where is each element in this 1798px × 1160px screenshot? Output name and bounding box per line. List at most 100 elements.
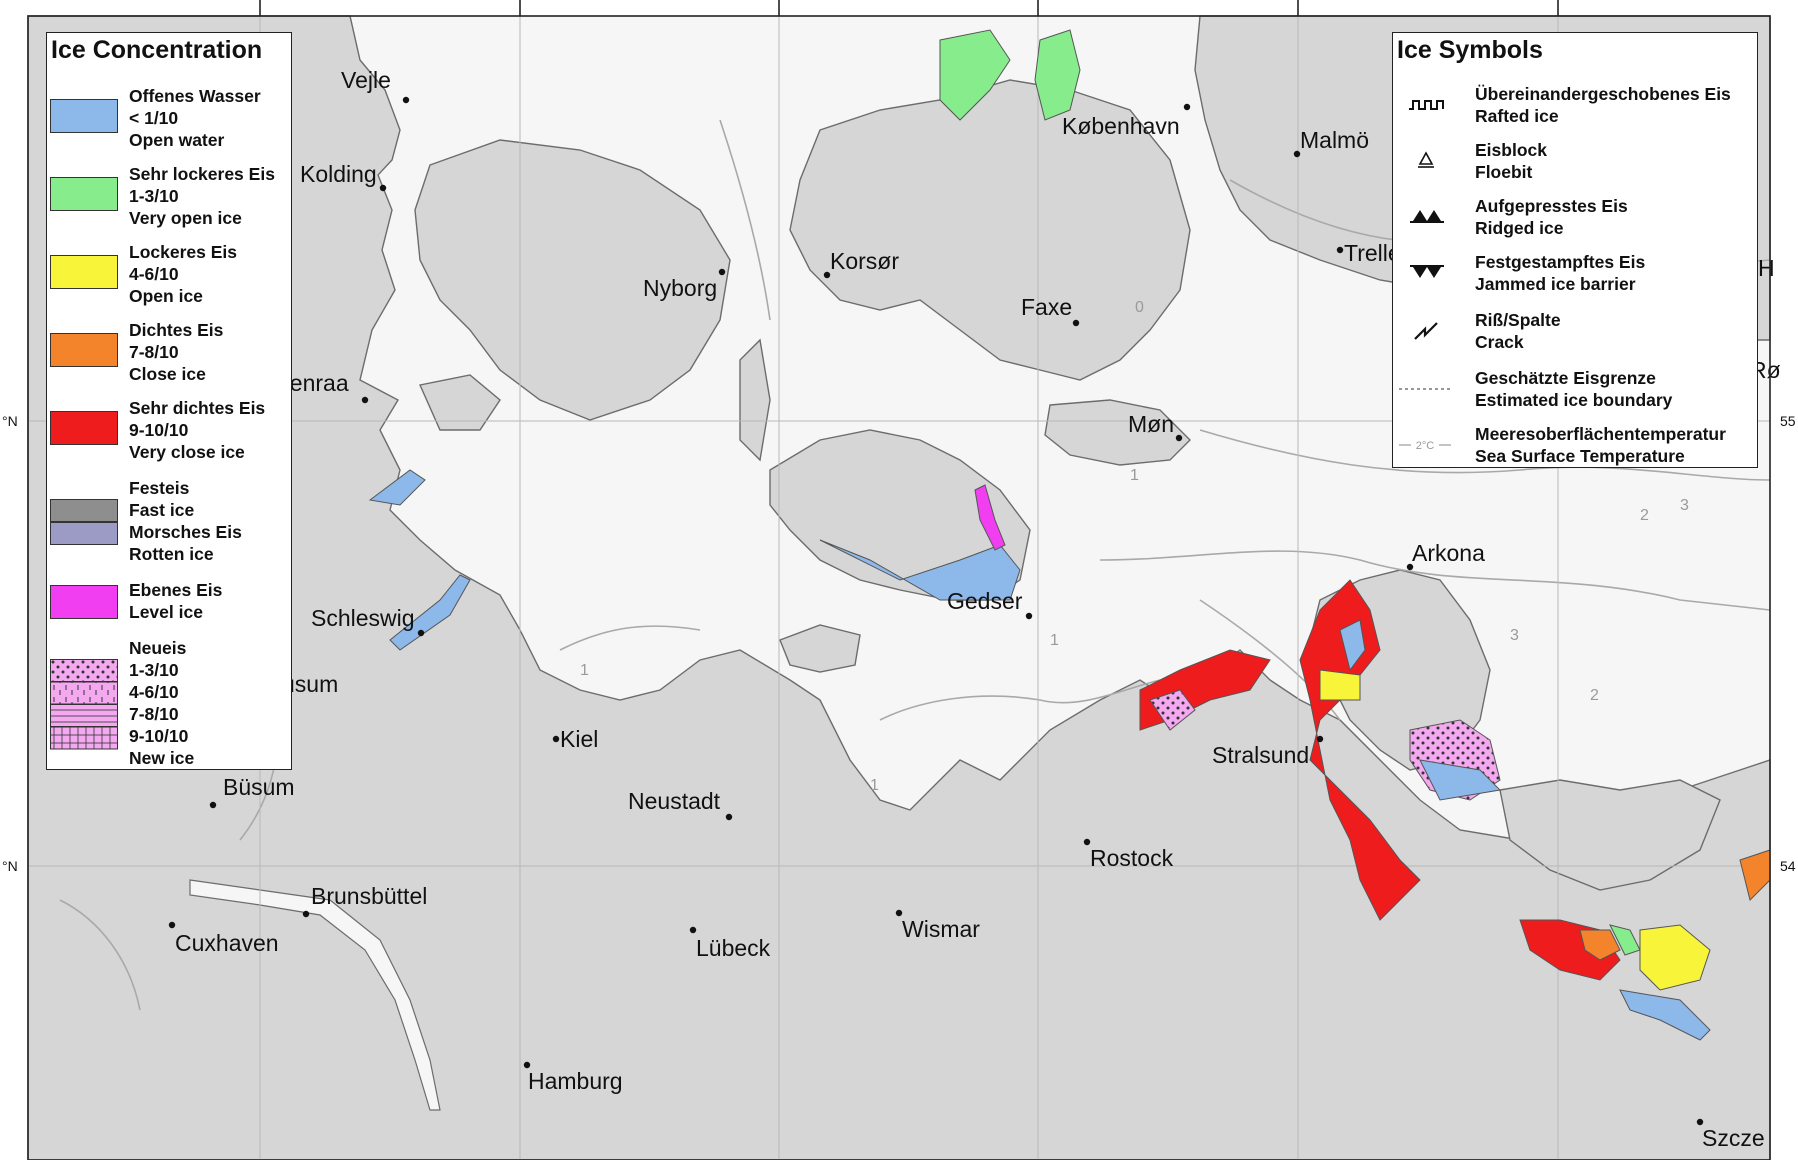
legend-text: Very close ice	[129, 442, 245, 462]
city-dot	[1183, 103, 1191, 111]
rafted-ice-icon	[1409, 100, 1444, 110]
city-label-moen: Møn	[1128, 411, 1174, 437]
lat-label-left-bottom: °N	[2, 858, 18, 874]
city-label-schleswig: Schleswig	[311, 605, 415, 631]
open-ice-swatch	[50, 255, 118, 289]
city-dot	[402, 96, 410, 104]
ridged-ice-icon	[1410, 210, 1444, 223]
floebit-icon	[1418, 151, 1434, 168]
legend-text: 4-6/10	[129, 682, 179, 702]
legend-text: Level ice	[129, 602, 203, 622]
estimated-boundary-icon	[1399, 388, 1451, 390]
very-close-ice-swatch	[50, 411, 118, 445]
isotherm-label: 1	[1130, 467, 1139, 484]
city-dot	[1072, 319, 1080, 327]
legend-text: Offenes Wasser	[129, 86, 261, 106]
city-dot	[1175, 434, 1183, 442]
jammed-ice-barrier-icon	[1410, 265, 1444, 278]
legend-text: 7-8/10	[129, 342, 179, 362]
city-dot	[417, 629, 425, 637]
fast-ice-swatch	[50, 499, 118, 522]
legend-text: 9-10/10	[129, 726, 189, 746]
symbol-text: Rafted ice	[1475, 106, 1559, 126]
cut-label-1: H	[1758, 255, 1775, 281]
city-dot	[689, 926, 697, 934]
isotherm-label: 3	[1680, 497, 1689, 514]
symbol-text: Meeresoberflächentemperatur	[1475, 424, 1726, 444]
city-label-nyborg: Nyborg	[643, 275, 717, 301]
ice-symbols-legend: Ice Symbols Übereinandergeschobenes Eis …	[1392, 32, 1758, 468]
city-dot	[168, 921, 176, 929]
open-water-swatch	[50, 99, 118, 133]
city-dot	[361, 396, 369, 404]
city-label-brunsbuettel: Brunsbüttel	[311, 883, 427, 909]
legend-title-symbols: Ice Symbols	[1397, 36, 1543, 64]
city-dot	[1025, 612, 1033, 620]
symbol-text: Übereinandergeschobenes Eis	[1475, 84, 1731, 104]
symbol-text: Floebit	[1475, 162, 1533, 182]
legend-text: Very open ice	[129, 208, 242, 228]
city-label-neustadt: Neustadt	[628, 788, 721, 814]
isotherm-label: 3	[1510, 627, 1519, 644]
isotherm-label: 1	[580, 662, 589, 679]
rotten-ice-swatch	[50, 522, 118, 545]
symbol-text: Jammed ice barrier	[1475, 274, 1636, 294]
lat-label-right-top: 55	[1780, 413, 1796, 429]
legend-text: New ice	[129, 748, 195, 768]
city-label-kolding: Kolding	[300, 161, 377, 187]
isotherm-label: 2	[1640, 507, 1649, 524]
city-label-rostock: Rostock	[1090, 845, 1174, 871]
level-ice-swatch	[50, 585, 118, 619]
isotherm-label: 2	[1590, 687, 1599, 704]
city-dot	[1336, 246, 1344, 254]
legend-text: Lockeres Eis	[129, 242, 237, 262]
legend-text: Open ice	[129, 286, 203, 306]
city-label-kobenhavn: København	[1062, 113, 1180, 139]
legend-text: 7-8/10	[129, 704, 179, 724]
new-ice-swatches	[50, 659, 118, 750]
ice-open-ice-ruegen	[1319, 669, 1361, 701]
legend-text: Open water	[129, 130, 225, 150]
crack-icon	[1414, 322, 1438, 340]
city-dot	[718, 268, 726, 276]
legend-text: 9-10/10	[129, 420, 189, 440]
isotherm-label: 0	[1135, 299, 1144, 316]
city-label-malmo: Malmö	[1300, 127, 1369, 153]
very-open-ice-swatch	[50, 177, 118, 211]
city-label-stralsund: Stralsund	[1212, 742, 1309, 768]
lat-label-left-top: °N	[2, 413, 18, 429]
symbol-text: Aufgepresstes Eis	[1475, 196, 1628, 216]
city-label-cuxhaven: Cuxhaven	[175, 930, 279, 956]
symbol-text: Sea Surface Temperature	[1475, 446, 1685, 466]
legend-text: Rotten ice	[129, 544, 214, 564]
city-dot	[379, 184, 387, 192]
legend-text: Festeis	[129, 478, 190, 498]
city-label-luebeck: Lübeck	[696, 935, 771, 961]
legend-text: Fast ice	[129, 500, 195, 520]
city-label-gedser: Gedser	[947, 588, 1023, 614]
city-dot	[209, 801, 217, 809]
sst-isotherm-icon: 2°C	[1399, 440, 1451, 452]
city-dot	[725, 813, 733, 821]
legend-text: Sehr dichtes Eis	[129, 398, 266, 418]
city-label-vejle: Vejle	[341, 67, 391, 93]
city-label-korsor: Korsør	[830, 248, 899, 274]
legend-text: Dichtes Eis	[129, 320, 224, 340]
ice-concentration-legend: Ice Concentration Offenes Wasser < 1/10 …	[46, 32, 292, 770]
city-label-busum: Büsum	[223, 774, 295, 800]
symbol-text: Eisblock	[1475, 140, 1547, 160]
legend-text: Sehr lockeres Eis	[129, 164, 275, 184]
legend-text: Ebenes Eis	[129, 580, 223, 600]
symbol-text: Crack	[1475, 332, 1524, 352]
city-dot	[1316, 735, 1324, 743]
sst-icon-label: 2°C	[1416, 440, 1435, 452]
lat-label-right-bottom: 54	[1780, 858, 1796, 874]
legend-text: Close ice	[129, 364, 206, 384]
city-dot	[302, 910, 310, 918]
city-label-kiel: Kiel	[560, 726, 598, 752]
close-ice-swatch	[50, 333, 118, 367]
legend-text: 1-3/10	[129, 186, 179, 206]
city-dot	[552, 735, 560, 743]
legend-text: 1-3/10	[129, 660, 179, 680]
city-label-hamburg: Hamburg	[528, 1068, 623, 1094]
